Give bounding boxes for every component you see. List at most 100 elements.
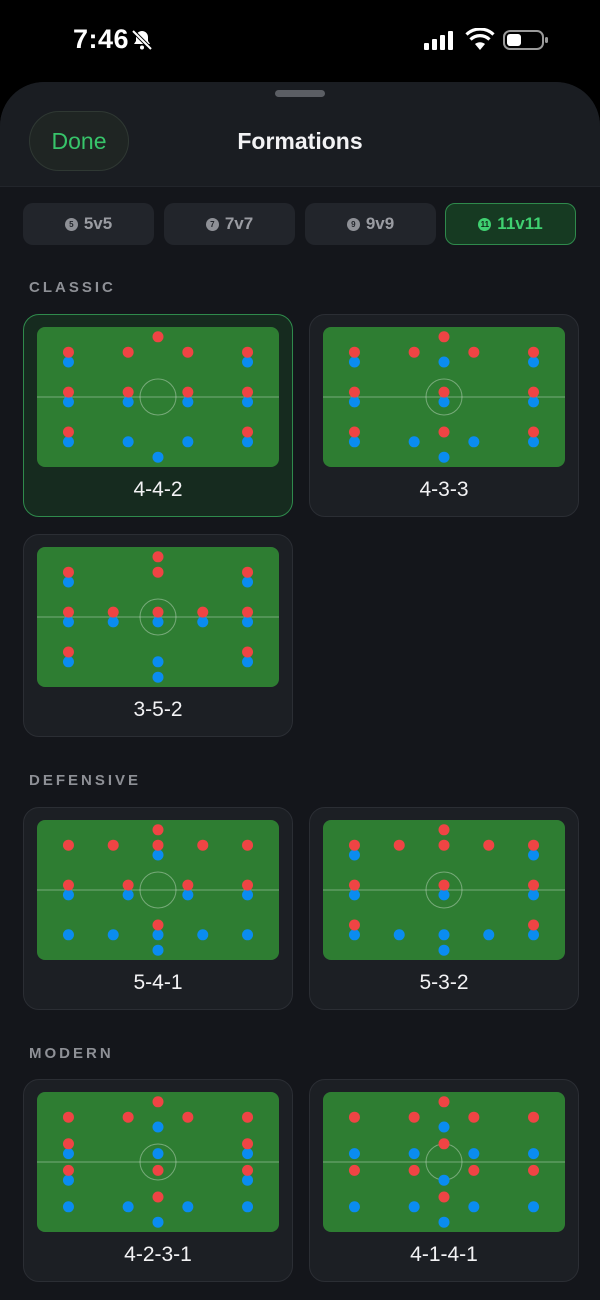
blue-player-marker — [62, 1174, 74, 1186]
pitch-diagram — [323, 327, 565, 467]
red-player-marker — [62, 1164, 74, 1176]
pitch-diagram — [37, 327, 279, 467]
battery-icon — [503, 30, 548, 50]
blue-player-marker — [242, 616, 254, 628]
blue-player-marker — [197, 929, 209, 941]
blue-player-marker — [242, 356, 254, 368]
pitch-diagram — [37, 1092, 279, 1232]
segment-11v11[interactable]: 11 11v11 — [445, 203, 576, 245]
red-player-marker — [152, 331, 164, 343]
blue-player-marker — [438, 1121, 450, 1133]
blue-player-marker — [152, 1216, 164, 1228]
red-player-marker — [122, 386, 134, 398]
formations-sheet: Done Formations 5 5v5 7 7v7 9 9v9 11 11v… — [0, 82, 600, 1300]
red-player-marker — [438, 1096, 450, 1108]
bell-slash-icon — [131, 29, 153, 51]
red-player-marker — [152, 566, 164, 578]
red-player-marker — [468, 346, 480, 358]
blue-player-marker — [408, 1148, 420, 1160]
red-player-marker — [408, 346, 420, 358]
formation-card-4-4-2[interactable]: 4-4-2 — [23, 314, 293, 517]
red-player-marker — [438, 824, 450, 836]
blue-player-marker — [528, 436, 540, 448]
red-player-marker — [152, 551, 164, 563]
red-player-marker — [242, 606, 254, 618]
blue-player-marker — [62, 889, 74, 901]
formation-card-4-2-3-1[interactable]: 4-2-3-1 — [23, 1079, 293, 1282]
blue-player-marker — [348, 436, 360, 448]
blue-player-marker — [62, 616, 74, 628]
blue-player-marker — [152, 929, 164, 941]
seven-badge-icon: 7 — [205, 217, 219, 231]
formation-label: 4-4-2 — [133, 478, 183, 501]
red-player-marker — [62, 879, 74, 891]
blue-player-marker — [152, 656, 164, 668]
red-player-marker — [182, 386, 194, 398]
formation-card-5-4-1[interactable]: 5-4-1 — [23, 807, 293, 1010]
red-player-marker — [438, 331, 450, 343]
section-header-classic: CLASSIC — [29, 279, 116, 296]
blue-player-marker — [348, 1148, 360, 1160]
section-header-modern: MODERN — [29, 1045, 114, 1062]
formation-card-3-5-2[interactable]: 3-5-2 — [23, 534, 293, 737]
red-player-marker — [348, 1164, 360, 1176]
blue-player-marker — [483, 929, 495, 941]
formation-card-4-1-4-1[interactable]: 4-1-4-1 — [309, 1079, 579, 1282]
segment-label: 5v5 — [83, 214, 113, 233]
blue-player-marker — [152, 944, 164, 956]
red-player-marker — [348, 386, 360, 398]
red-player-marker — [528, 1164, 540, 1176]
red-player-marker — [348, 879, 360, 891]
red-player-marker — [528, 386, 540, 398]
blue-player-marker — [122, 889, 134, 901]
red-player-marker — [182, 879, 194, 891]
blue-player-marker — [408, 1201, 420, 1213]
blue-player-marker — [348, 929, 360, 941]
segment-5v5[interactable]: 5 5v5 — [23, 203, 154, 245]
red-player-marker — [348, 919, 360, 931]
status-bar: 7:46 — [0, 0, 600, 82]
red-player-marker — [438, 386, 450, 398]
segment-label: 7v7 — [224, 214, 254, 233]
blue-player-marker — [528, 356, 540, 368]
red-player-marker — [348, 839, 360, 851]
red-player-marker — [182, 346, 194, 358]
blue-player-marker — [242, 1174, 254, 1186]
red-player-marker — [62, 606, 74, 618]
segment-7v7[interactable]: 7 7v7 — [164, 203, 295, 245]
sheet-grabber[interactable] — [275, 90, 325, 97]
red-player-marker — [62, 839, 74, 851]
blue-player-marker — [122, 436, 134, 448]
blue-player-marker — [528, 396, 540, 408]
blue-player-marker — [242, 889, 254, 901]
blue-player-marker — [62, 576, 74, 588]
blue-player-marker — [242, 576, 254, 588]
red-player-marker — [438, 839, 450, 851]
blue-player-marker — [348, 356, 360, 368]
blue-player-marker — [182, 1201, 194, 1213]
cellular-signal-icon — [424, 31, 453, 50]
red-player-marker — [62, 346, 74, 358]
blue-player-marker — [152, 616, 164, 628]
formation-label: 5-3-2 — [419, 971, 469, 994]
blue-player-marker — [152, 1148, 164, 1160]
formation-label: 4-1-4-1 — [410, 1243, 478, 1266]
segment-9v9[interactable]: 9 9v9 — [305, 203, 436, 245]
pitch-diagram — [323, 1092, 565, 1232]
blue-player-marker — [438, 1174, 450, 1186]
segment-label: 11v11 — [497, 214, 543, 233]
pitch-diagram — [323, 820, 565, 960]
red-player-marker — [528, 426, 540, 438]
red-player-marker — [152, 1096, 164, 1108]
red-player-marker — [107, 606, 119, 618]
formation-card-4-3-3[interactable]: 4-3-3 — [309, 314, 579, 517]
red-player-marker — [348, 346, 360, 358]
blue-player-marker — [152, 451, 164, 463]
formation-card-5-3-2[interactable]: 5-3-2 — [309, 807, 579, 1010]
red-player-marker — [62, 426, 74, 438]
pitch-diagram — [37, 547, 279, 687]
blue-player-marker — [62, 436, 74, 448]
red-player-marker — [152, 606, 164, 618]
blue-player-marker — [62, 656, 74, 668]
formation-label: 5-4-1 — [133, 971, 183, 994]
